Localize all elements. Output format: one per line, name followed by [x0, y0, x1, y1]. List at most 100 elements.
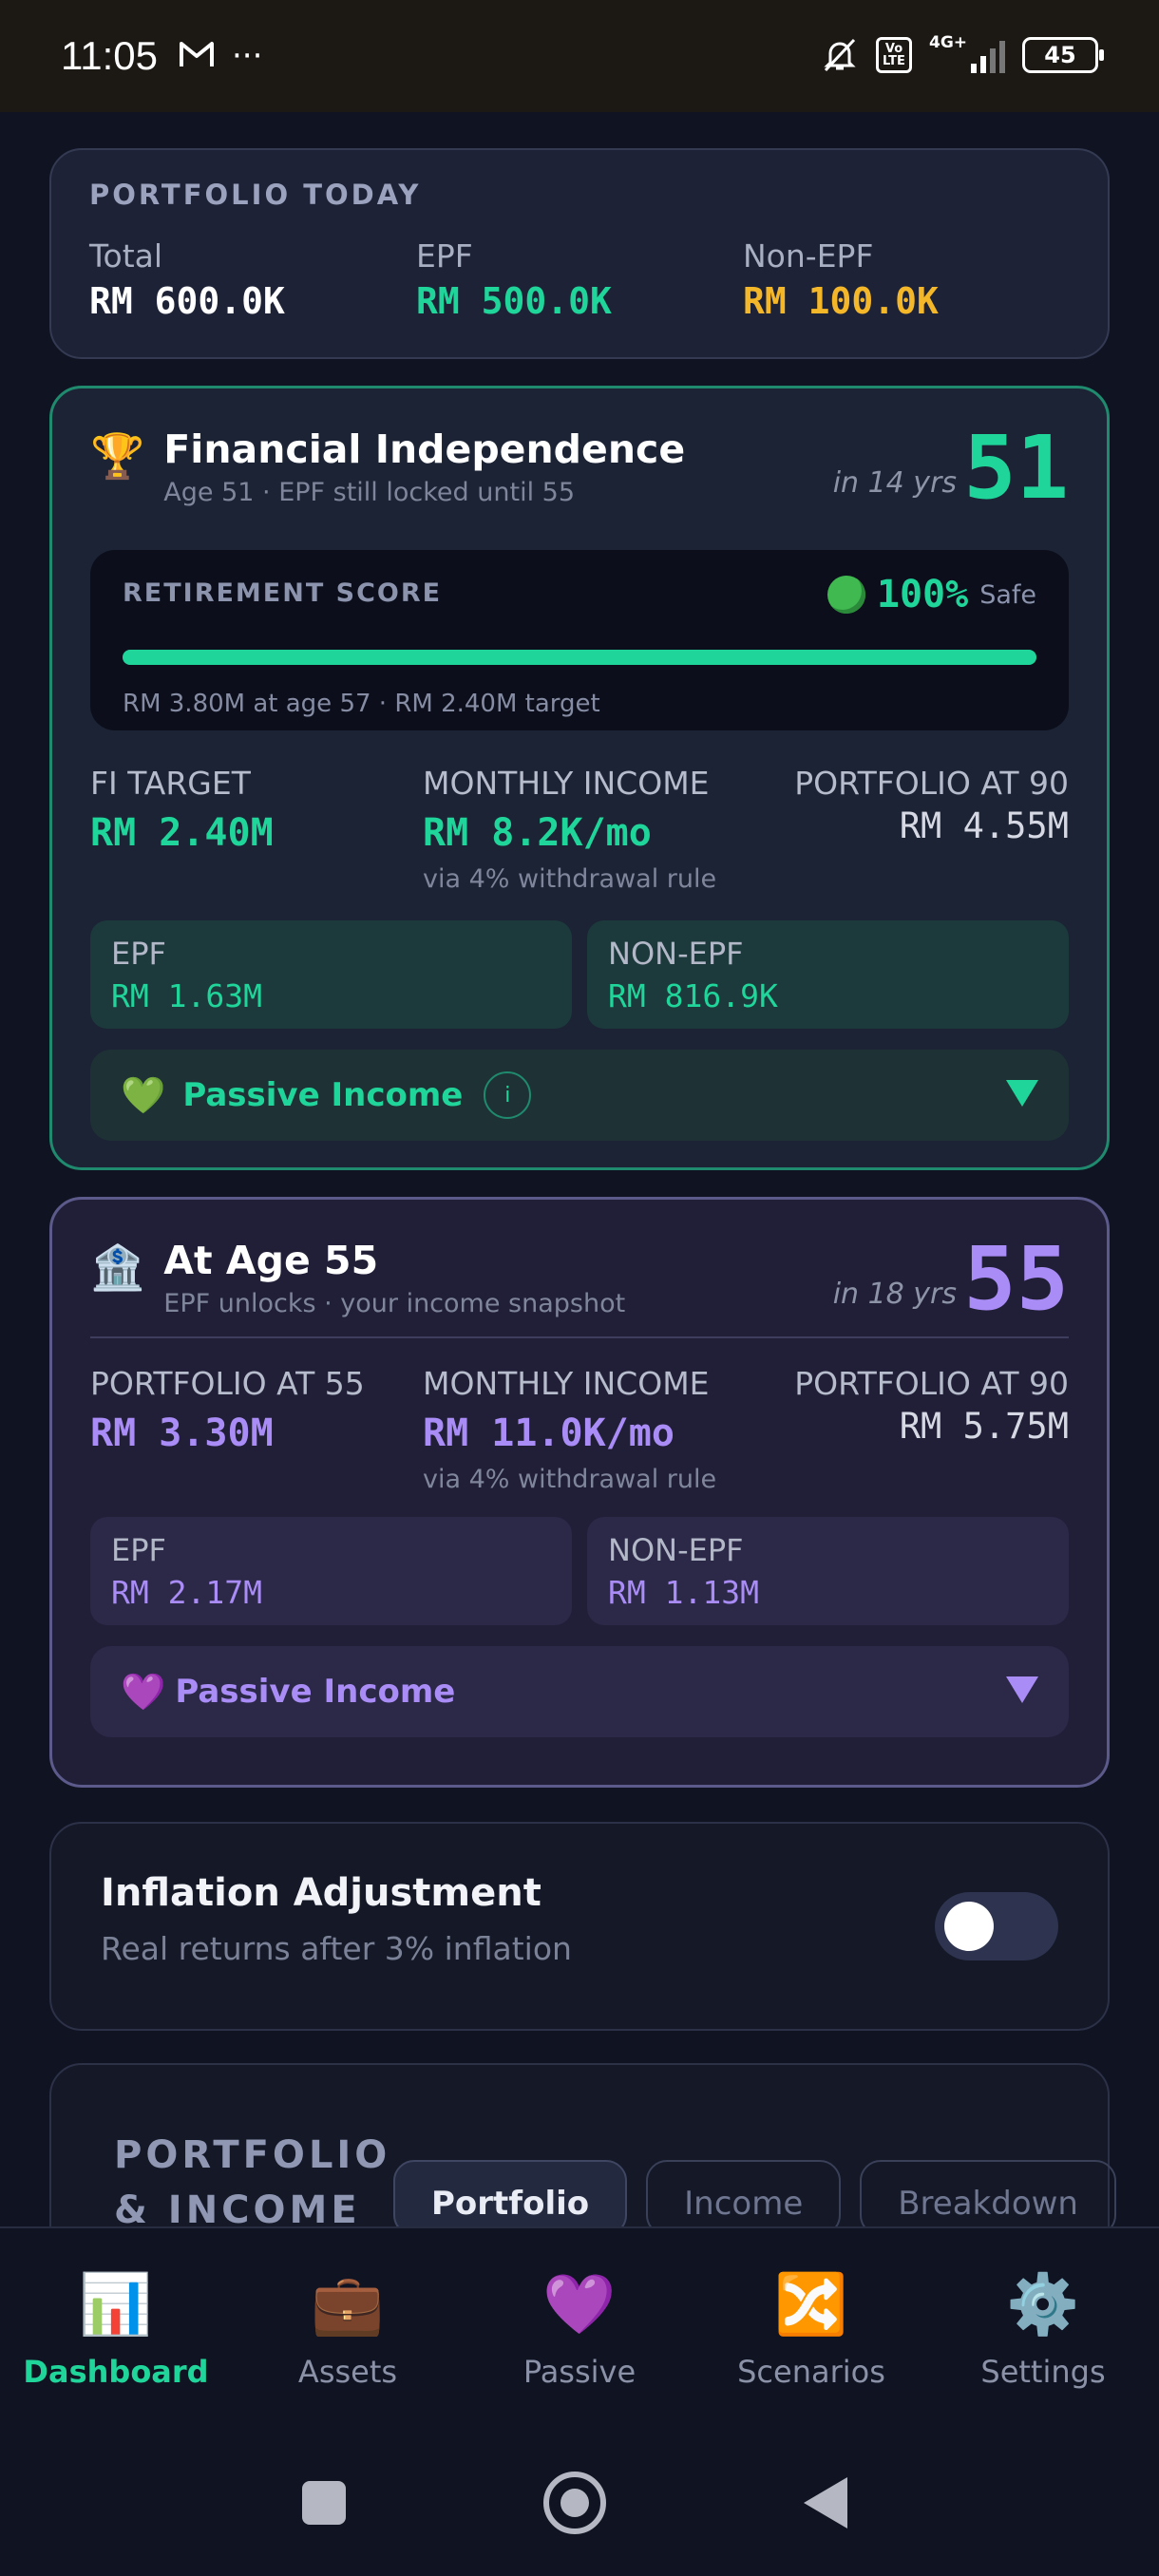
nav-label: Assets	[297, 2354, 398, 2390]
a55-non-epf-box: NON-EPF RM 1.13M	[587, 1517, 1069, 1625]
bank-icon: 🏦	[90, 1241, 145, 1293]
tab-income[interactable]: Income	[646, 2160, 842, 2226]
metric-value: RM 5.75M	[899, 1406, 1069, 1447]
nav-label: Dashboard	[23, 2354, 209, 2390]
recent-apps-button[interactable]	[302, 2481, 346, 2525]
clock: 11:05	[61, 33, 158, 78]
retirement-score-panel: RETIREMENT SCORE 100% Safe RM 3.80M at a…	[90, 550, 1069, 730]
split-label: EPF	[111, 936, 166, 972]
portfolio-today-card: PORTFOLIO TODAY Total RM 600.0K EPF RM 5…	[49, 148, 1110, 359]
years-until: in 14 yrs	[832, 466, 957, 500]
age-55: 55	[963, 1228, 1069, 1330]
score-status: Safe	[979, 579, 1036, 610]
a55-passive-income-toggle[interactable]: 💜 Passive Income	[90, 1646, 1069, 1737]
metric-label: MONTHLY INCOME	[423, 1365, 710, 1402]
bottom-nav: 📊 Dashboard 💼 Assets 💜 Passive 🔀 Scenari…	[0, 2226, 1159, 2435]
fi-non-epf-box: NON-EPF RM 816.9K	[587, 920, 1069, 1029]
nav-passive[interactable]: 💜 Passive	[464, 2228, 695, 2435]
purple-heart-icon: 💜	[542, 2269, 617, 2339]
score-progress-bar	[123, 650, 1036, 665]
passive-income-label: Passive Income	[182, 1076, 464, 1114]
dashboard-scroll[interactable]: PORTFOLIO TODAY Total RM 600.0K EPF RM 5…	[0, 112, 1159, 2226]
nav-assets[interactable]: 💼 Assets	[232, 2228, 464, 2435]
info-icon[interactable]: i	[484, 1071, 532, 1119]
back-button[interactable]	[804, 2477, 847, 2529]
split-label: NON-EPF	[608, 1532, 744, 1568]
fi-age: 51	[963, 417, 1069, 519]
years-until: in 18 yrs	[832, 1278, 957, 1311]
section-title-line: PORTFOLIO	[114, 2133, 391, 2177]
bell-off-icon	[821, 36, 859, 74]
fi-passive-income-toggle[interactable]: 💚 Passive Income i	[90, 1050, 1069, 1141]
card-title: Financial Independence	[163, 426, 686, 472]
nav-scenarios[interactable]: 🔀 Scenarios	[695, 2228, 927, 2435]
metric-label: MONTHLY INCOME	[423, 765, 710, 802]
chart-tabs: Portfolio Income Breakdown	[393, 2160, 1116, 2226]
inflation-title: Inflation Adjustment	[101, 1871, 542, 1915]
split-value: RM 1.13M	[608, 1574, 759, 1611]
nav-label: Passive	[522, 2354, 636, 2390]
inflation-subtitle: Real returns after 3% inflation	[101, 1930, 572, 1967]
expand-triangle-icon	[1006, 1080, 1038, 1107]
metric-value: RM 2.40M	[90, 811, 274, 855]
portfolio-at-90-metric: PORTFOLIO AT 90 RM 4.55M	[794, 765, 1069, 846]
stat-label: Total	[89, 237, 163, 275]
monthly-income-metric: MONTHLY INCOME RM 8.2K/mo via 4% withdra…	[423, 765, 755, 894]
green-circle-icon	[826, 576, 865, 614]
trophy-icon: 🏆	[90, 430, 145, 482]
toggle-knob	[944, 1902, 994, 1951]
purple-heart-icon: 💜	[121, 1670, 166, 1713]
portfolio-at-55-metric: PORTFOLIO AT 55 RM 3.30M	[90, 1365, 423, 1494]
split-value: RM 2.17M	[111, 1574, 262, 1611]
card-subtitle: EPF unlocks · your income snapshot	[163, 1289, 626, 1318]
nav-label: Settings	[980, 2354, 1106, 2390]
tab-portfolio[interactable]: Portfolio	[393, 2160, 628, 2226]
metric-value: RM 11.0K/mo	[423, 1411, 674, 1455]
metric-label: PORTFOLIO AT 90	[794, 765, 1069, 802]
more-notifications-icon: ···	[232, 37, 263, 75]
score-note: RM 3.80M at age 57 · RM 2.40M target	[123, 690, 600, 718]
portfolio-at-90-metric: PORTFOLIO AT 90 RM 5.75M	[794, 1365, 1069, 1447]
nav-label: Scenarios	[737, 2354, 885, 2390]
metric-label: PORTFOLIO AT 90	[794, 1365, 1069, 1402]
card-title: At Age 55	[163, 1238, 379, 1283]
stat-label: Non-EPF	[743, 237, 874, 275]
age-55-card: 🏦 At Age 55 EPF unlocks · your income sn…	[49, 1197, 1110, 1788]
a55-epf-box: EPF RM 2.17M	[90, 1517, 572, 1625]
volte-icon: Vo LTE	[876, 37, 912, 73]
passive-income-label: Passive Income	[175, 1673, 456, 1711]
stat-value: RM 500.0K	[416, 280, 612, 322]
metric-label: PORTFOLIO AT 55	[90, 1365, 365, 1402]
battery-level: 45	[1044, 42, 1076, 68]
portfolio-income-card: PORTFOLIO & INCOME Portfolio Income Brea…	[49, 2063, 1116, 2226]
system-navigation-bar	[0, 2435, 1159, 2576]
split-value: RM 816.9K	[608, 977, 778, 1014]
total-stat: Total RM 600.0K	[89, 237, 416, 322]
financial-independence-card: 🏆 Financial Independence Age 51 · EPF st…	[49, 386, 1110, 1170]
stat-label: EPF	[416, 237, 473, 275]
nav-settings[interactable]: ⚙️ Settings	[927, 2228, 1159, 2435]
split-label: EPF	[111, 1532, 166, 1568]
metric-hint: via 4% withdrawal rule	[423, 864, 717, 894]
split-label: NON-EPF	[608, 936, 744, 972]
stat-value: RM 600.0K	[89, 280, 285, 322]
signal-icon: 4G+	[929, 33, 1005, 73]
section-title: PORTFOLIO & INCOME	[114, 2128, 399, 2226]
score-percent: 100%	[876, 573, 969, 616]
stat-value: RM 100.0K	[743, 280, 939, 322]
battery-icon: 45	[1022, 37, 1104, 73]
tab-breakdown[interactable]: Breakdown	[860, 2160, 1116, 2226]
fi-epf-box: EPF RM 1.63M	[90, 920, 572, 1029]
status-bar: 11:05 ··· Vo LTE 4G+ 45	[0, 0, 1159, 112]
metric-hint: via 4% withdrawal rule	[423, 1465, 717, 1494]
section-title-line: & INCOME	[114, 2188, 361, 2226]
briefcase-icon: 💼	[311, 2269, 385, 2339]
green-heart-icon: 💚	[121, 1073, 166, 1116]
home-button[interactable]	[543, 2472, 606, 2534]
epf-stat: EPF RM 500.0K	[416, 237, 743, 322]
metric-value: RM 3.30M	[90, 1411, 274, 1455]
nav-dashboard[interactable]: 📊 Dashboard	[0, 2228, 232, 2435]
gear-icon: ⚙️	[1006, 2269, 1080, 2339]
inflation-toggle[interactable]	[935, 1892, 1058, 1960]
card-subtitle: Age 51 · EPF still locked until 55	[163, 478, 576, 507]
